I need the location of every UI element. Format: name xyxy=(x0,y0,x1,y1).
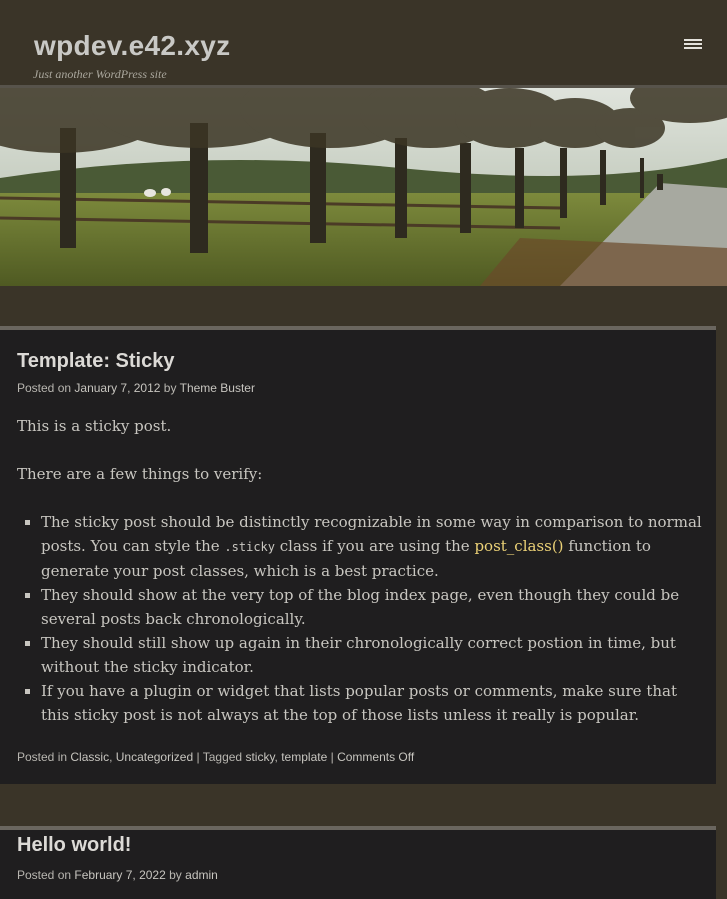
post-class-link[interactable]: post_class() xyxy=(474,537,563,555)
comments-link[interactable]: Comments Off xyxy=(337,750,414,764)
post-author-link[interactable]: admin xyxy=(185,868,218,882)
post-footer-meta: Posted in Classic, Uncategorized | Tagge… xyxy=(17,750,415,764)
post-date-link[interactable]: January 7, 2012 xyxy=(74,381,160,395)
menu-toggle-button[interactable] xyxy=(681,35,705,55)
post-author-link[interactable]: Theme Buster xyxy=(180,381,255,395)
tag-link-sticky[interactable]: sticky xyxy=(245,750,274,764)
hamburger-menu-icon xyxy=(684,39,702,41)
list-item: They should still show up again in their… xyxy=(41,631,702,679)
post-hello-world: Hello world! Posted on February 7, 2022 … xyxy=(0,826,716,899)
inline-code: .sticky xyxy=(224,540,275,554)
post-paragraph: There are a few things to verify: xyxy=(17,465,263,483)
post-sticky: Template: Sticky Posted on January 7, 20… xyxy=(0,326,716,784)
site-title[interactable]: wpdev.e42.xyz xyxy=(34,30,230,62)
list-item: They should show at the very top of the … xyxy=(41,583,702,631)
post-title[interactable]: Template: Sticky xyxy=(17,350,174,373)
header-banner-image xyxy=(0,88,727,286)
post-list: The sticky post should be distinctly rec… xyxy=(17,510,702,727)
post-meta: Posted on January 7, 2012 by Theme Buste… xyxy=(17,381,255,395)
site-header: wpdev.e42.xyz Just another WordPress sit… xyxy=(0,0,727,85)
post-paragraph: This is a sticky post. xyxy=(17,417,172,435)
tag-link-template[interactable]: template xyxy=(281,750,327,764)
list-item: The sticky post should be distinctly rec… xyxy=(41,510,702,583)
category-link-uncategorized[interactable]: Uncategorized xyxy=(116,750,193,764)
post-date-link[interactable]: February 7, 2022 xyxy=(74,868,165,882)
post-title[interactable]: Hello world! xyxy=(17,834,131,857)
post-meta: Posted on February 7, 2022 by admin xyxy=(17,868,218,882)
post-content: This is a sticky post. There are a few t… xyxy=(17,414,702,727)
category-link-classic[interactable]: Classic xyxy=(70,750,109,764)
list-item: If you have a plugin or widget that list… xyxy=(41,679,702,727)
site-description: Just another WordPress site xyxy=(33,67,167,81)
